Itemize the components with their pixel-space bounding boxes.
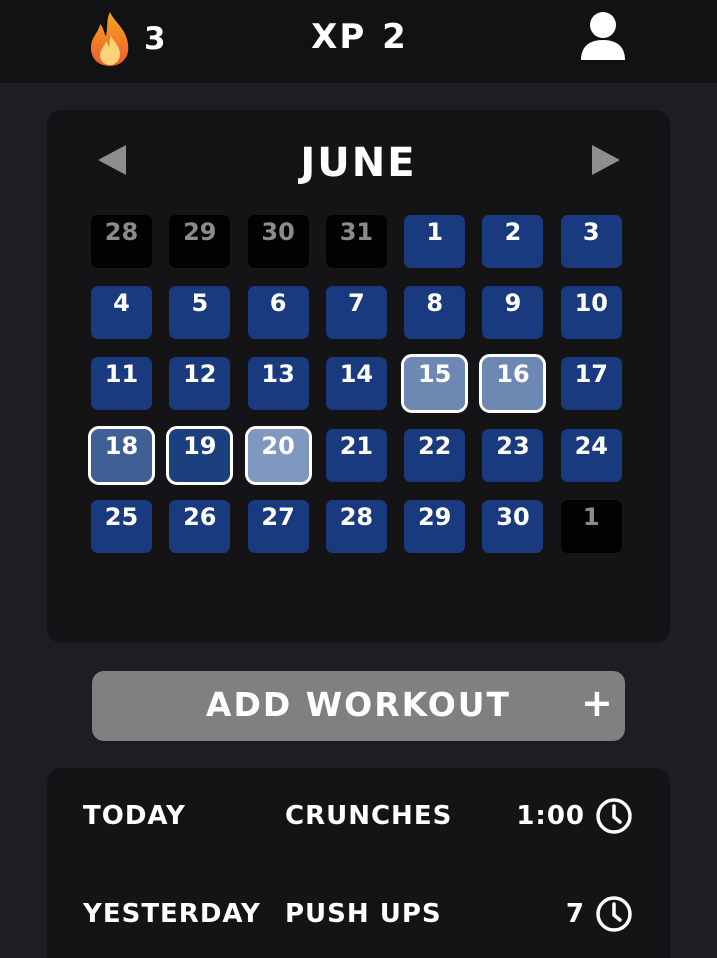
log-day: TODAY (83, 801, 186, 831)
calendar-day[interactable]: 26 (169, 499, 231, 553)
calendar-day[interactable]: 1 (404, 215, 466, 268)
clock-icon (596, 896, 632, 932)
calendar-day[interactable]: 25 (91, 499, 152, 553)
calendar-day[interactable]: 8 (404, 286, 466, 340)
workout-log-row[interactable]: YESTERDAY PUSH UPS 7 (83, 895, 633, 935)
log-exercise: CRUNCHES (285, 801, 453, 831)
calendar-day[interactable]: 16 (479, 354, 547, 414)
calendar-day[interactable]: 21 (325, 428, 387, 482)
calendar-day[interactable]: 15 (401, 354, 469, 414)
calendar-day[interactable]: 22 (404, 428, 466, 482)
calendar-day[interactable]: 10 (560, 286, 622, 340)
calendar-day[interactable]: 11 (91, 357, 152, 411)
calendar-day-outside-month[interactable]: 31 (325, 215, 387, 268)
calendar-day[interactable]: 30 (482, 499, 544, 553)
next-month-arrow-icon[interactable] (590, 143, 622, 177)
profile-icon[interactable] (578, 10, 628, 62)
calendar-day[interactable]: 7 (325, 286, 387, 340)
calendar-day[interactable]: 28 (325, 499, 387, 553)
calendar-day[interactable]: 13 (247, 357, 309, 411)
workout-log-row[interactable]: TODAY CRUNCHES 1:00 (83, 797, 633, 837)
calendar-grid: 28 29 30 31 1 2 3 4 5 6 7 8 9 10 11 12 13 14 15 16 17 18 19 20 2… (88, 215, 622, 553)
calendar-day[interactable]: 23 (482, 428, 544, 482)
calendar-day[interactable]: 24 (560, 428, 622, 482)
top-bar: 3 XP 2 (0, 0, 717, 83)
calendar-day[interactable]: 6 (247, 286, 309, 340)
calendar-day[interactable]: 17 (560, 357, 622, 411)
calendar-day-outside-month[interactable]: 30 (247, 215, 309, 268)
plus-icon: + (581, 681, 613, 725)
calendar-day[interactable]: 27 (247, 499, 309, 553)
calendar-day[interactable]: 18 (88, 425, 155, 485)
clock-icon (596, 798, 632, 834)
log-exercise: PUSH UPS (285, 899, 442, 929)
calendar-day[interactable]: 20 (244, 425, 312, 485)
calendar-day[interactable]: 12 (169, 357, 231, 411)
log-day: YESTERDAY (83, 899, 261, 929)
calendar-day[interactable]: 2 (482, 215, 544, 268)
calendar-day[interactable]: 4 (91, 286, 152, 340)
calendar-day[interactable]: 3 (560, 215, 622, 268)
calendar-day[interactable]: 29 (404, 499, 466, 553)
xp-value: 2 (382, 17, 408, 57)
calendar-day-outside-month[interactable]: 29 (169, 215, 231, 268)
calendar-day[interactable]: 14 (325, 357, 387, 411)
add-workout-label: ADD WORKOUT (205, 685, 512, 724)
calendar-day[interactable]: 9 (482, 286, 544, 340)
add-workout-button[interactable]: ADD WORKOUT + (92, 671, 625, 741)
calendar-day-outside-month[interactable]: 1 (560, 499, 622, 553)
calendar-day[interactable]: 19 (166, 425, 234, 485)
xp-label: XP (311, 17, 367, 57)
log-duration: 1:00 (516, 801, 585, 831)
calendar-day[interactable]: 5 (169, 286, 231, 340)
calendar-day-outside-month[interactable]: 28 (91, 215, 152, 268)
log-duration: 7 (565, 899, 585, 929)
